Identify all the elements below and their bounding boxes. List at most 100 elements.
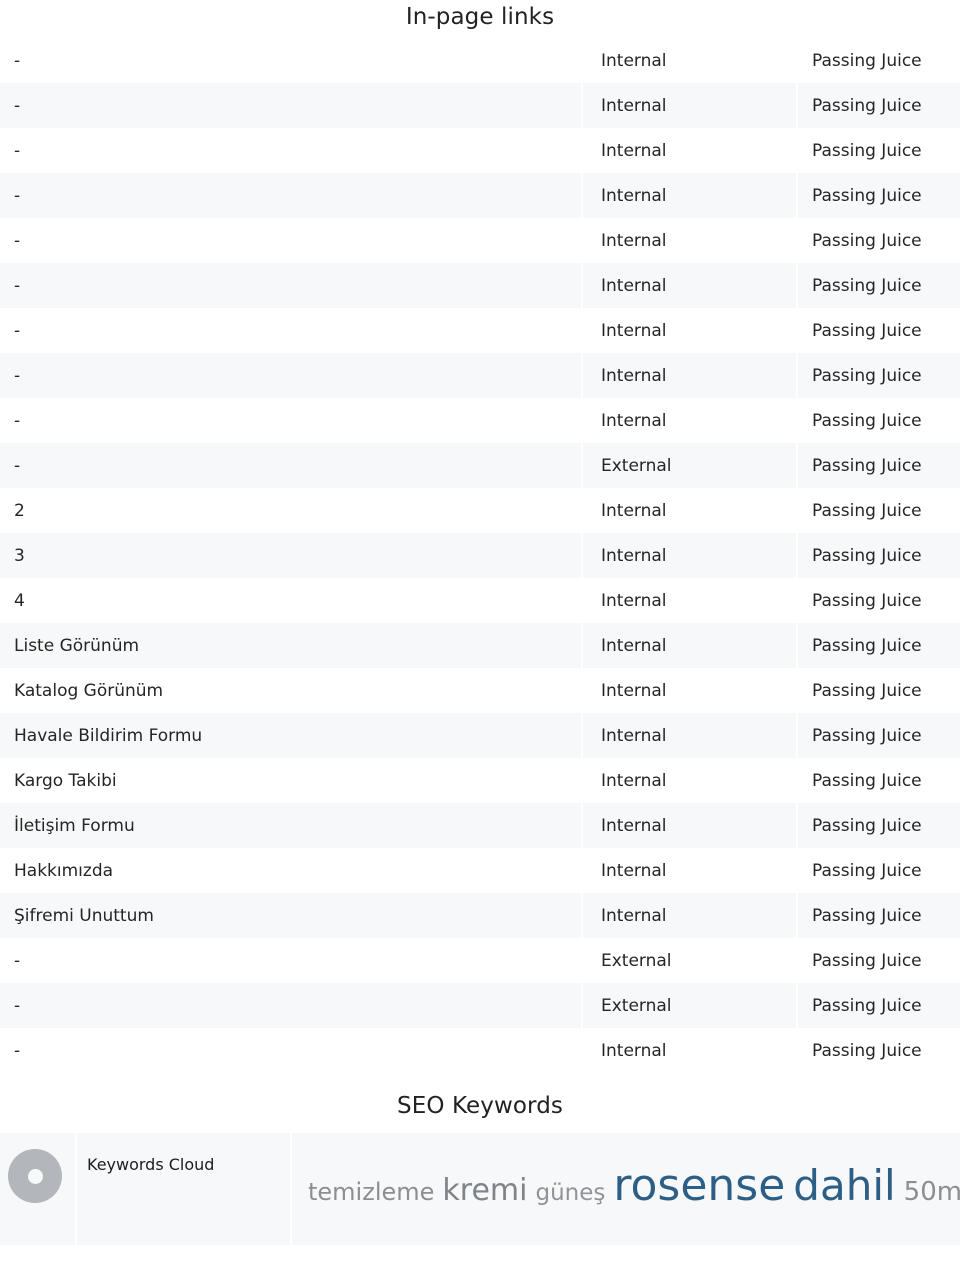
link-type-cell: Internal <box>581 83 796 128</box>
link-type-cell: Internal <box>581 848 796 893</box>
link-juice-cell: Passing Juice <box>796 218 960 263</box>
link-juice-cell: Passing Juice <box>796 578 960 623</box>
link-type-cell: Internal <box>581 488 796 533</box>
link-type-cell: Internal <box>581 353 796 398</box>
seo-keywords-title: SEO Keywords <box>397 1093 563 1119</box>
seo-keywords-table: Keywords Cloud temizleme kremi güneş rosens… <box>0 1133 960 1245</box>
keyword-term[interactable]: temizleme <box>308 1178 434 1206</box>
link-type-cell: Internal <box>581 623 796 668</box>
keywords-cloud-cell: temizlemekremigüneşrosensedahil50mlyenip… <box>290 1133 960 1245</box>
page-title: In-page links <box>405 4 555 30</box>
table-row: - Internal Passing Juice <box>0 218 960 263</box>
link-juice-cell: Passing Juice <box>796 173 960 218</box>
link-type-cell: Internal <box>581 533 796 578</box>
link-anchor-cell: - <box>0 173 581 218</box>
link-juice-cell: Passing Juice <box>796 983 960 1028</box>
link-juice-cell: Passing Juice <box>796 488 960 533</box>
table-row: 3 Internal Passing Juice <box>0 533 960 578</box>
link-type-cell: Internal <box>581 803 796 848</box>
link-type-cell: Internal <box>581 398 796 443</box>
link-type-cell: Internal <box>581 218 796 263</box>
link-juice-cell: Passing Juice <box>796 308 960 353</box>
keyword-term[interactable]: kremi <box>442 1173 527 1208</box>
link-juice-cell: Passing Juice <box>796 83 960 128</box>
keywords-cloud-row: Keywords Cloud temizleme kremi güneş rosens… <box>0 1133 960 1245</box>
link-juice-cell: Passing Juice <box>796 38 960 83</box>
table-row: Şifremi Unuttum Internal Passing Juice <box>0 893 960 938</box>
link-anchor-cell: Kargo Takibi <box>0 758 581 803</box>
link-anchor-cell: - <box>0 218 581 263</box>
link-type-cell: Internal <box>581 668 796 713</box>
link-juice-cell: Passing Juice <box>796 533 960 578</box>
link-juice-cell: Passing Juice <box>796 758 960 803</box>
table-row: - Internal Passing Juice <box>0 263 960 308</box>
link-anchor-cell: - <box>0 263 581 308</box>
link-anchor-cell: 3 <box>0 533 581 578</box>
table-row: - Internal Passing Juice <box>0 398 960 443</box>
link-anchor-cell: - <box>0 308 581 353</box>
link-juice-cell: Passing Juice <box>796 128 960 173</box>
link-anchor-cell: Katalog Görünüm <box>0 668 581 713</box>
keyword-term[interactable]: 50ml <box>904 1177 960 1207</box>
keywords-cloud-label-cell: Keywords Cloud <box>75 1133 290 1245</box>
link-type-cell: Internal <box>581 308 796 353</box>
link-juice-cell: Passing Juice <box>796 1028 960 1073</box>
table-row: - Internal Passing Juice <box>0 1028 960 1073</box>
link-juice-cell: Passing Juice <box>796 668 960 713</box>
table-row: - Internal Passing Juice <box>0 173 960 218</box>
link-anchor-cell: Hakkımızda <box>0 848 581 893</box>
table-row: Hakkımızda Internal Passing Juice <box>0 848 960 893</box>
link-anchor-cell: Liste Görünüm <box>0 623 581 668</box>
link-type-cell: Internal <box>581 713 796 758</box>
keywords-cloud-label: Keywords Cloud <box>87 1155 215 1174</box>
link-juice-cell: Passing Juice <box>796 443 960 488</box>
link-type-cell: External <box>581 983 796 1028</box>
link-type-cell: Internal <box>581 1028 796 1073</box>
link-anchor-cell: - <box>0 83 581 128</box>
keyword-term[interactable]: güneş <box>535 1180 605 1206</box>
table-row: 2 Internal Passing Juice <box>0 488 960 533</box>
table-row: - Internal Passing Juice <box>0 83 960 128</box>
link-type-cell: Internal <box>581 263 796 308</box>
link-anchor-cell: - <box>0 353 581 398</box>
link-type-cell: Internal <box>581 173 796 218</box>
link-anchor-cell: - <box>0 398 581 443</box>
link-anchor-cell: - <box>0 938 581 983</box>
keyword-term[interactable]: dahil <box>793 1161 895 1210</box>
table-row: Kargo Takibi Internal Passing Juice <box>0 758 960 803</box>
link-juice-cell: Passing Juice <box>796 353 960 398</box>
link-juice-cell: Passing Juice <box>796 938 960 983</box>
link-anchor-cell: - <box>0 128 581 173</box>
table-row: - External Passing Juice <box>0 443 960 488</box>
keywords-cloud-icon-cell <box>0 1133 75 1245</box>
link-juice-cell: Passing Juice <box>796 263 960 308</box>
link-type-cell: Internal <box>581 758 796 803</box>
link-anchor-cell: 4 <box>0 578 581 623</box>
in-page-links-body: - Internal Passing Juice - Internal Passing J… <box>0 38 960 1073</box>
link-juice-cell: Passing Juice <box>796 803 960 848</box>
link-anchor-cell: - <box>0 1028 581 1073</box>
in-page-links-table: - Internal Passing Juice - Internal Passing J… <box>0 38 960 1073</box>
link-anchor-cell: - <box>0 983 581 1028</box>
link-type-cell: Internal <box>581 128 796 173</box>
keyword-term[interactable]: rosense <box>613 1160 785 1211</box>
table-row: - Internal Passing Juice <box>0 353 960 398</box>
link-type-cell: External <box>581 443 796 488</box>
link-juice-cell: Passing Juice <box>796 713 960 758</box>
table-row: - Internal Passing Juice <box>0 38 960 83</box>
link-anchor-cell: - <box>0 443 581 488</box>
table-row: Liste Görünüm Internal Passing Juice <box>0 623 960 668</box>
link-anchor-cell: 2 <box>0 488 581 533</box>
link-anchor-cell: Şifremi Unuttum <box>0 893 581 938</box>
table-row: - Internal Passing Juice <box>0 308 960 353</box>
keywords-cloud: temizlemekremigüneşrosensedahil50mlyenip… <box>290 1133 960 1218</box>
donut-icon <box>8 1149 62 1203</box>
table-row: Havale Bildirim Formu Internal Passing Jui… <box>0 713 960 758</box>
table-row: İletişim Formu Internal Passing Juice <box>0 803 960 848</box>
table-row: 4 Internal Passing Juice <box>0 578 960 623</box>
table-row: - External Passing Juice <box>0 938 960 983</box>
link-juice-cell: Passing Juice <box>796 893 960 938</box>
link-juice-cell: Passing Juice <box>796 398 960 443</box>
link-type-cell: Internal <box>581 578 796 623</box>
link-anchor-cell: Havale Bildirim Formu <box>0 713 581 758</box>
